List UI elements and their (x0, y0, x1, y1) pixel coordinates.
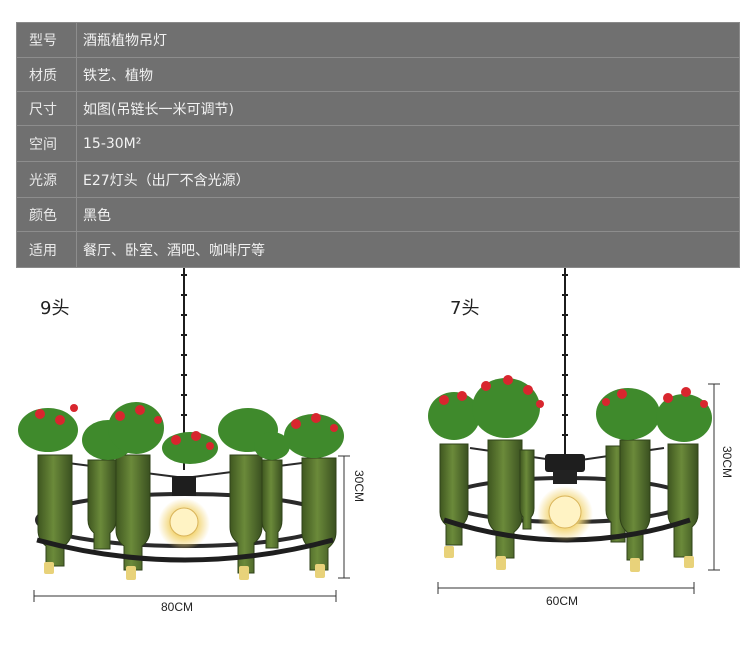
bottle-glow (44, 562, 325, 580)
width-dimension-label: 80CM (161, 600, 194, 614)
width-dimension-label: 60CM (546, 594, 579, 608)
bottle-glow (444, 546, 694, 572)
light-bulb (158, 476, 210, 550)
height-dimension-label: 30CM (720, 446, 734, 479)
product-illustration (18, 268, 720, 602)
height-dimension-label: 30CM (352, 470, 366, 503)
variant-label-9-head: 9头 (40, 298, 70, 319)
light-bulb (537, 454, 593, 542)
plant-foliage (428, 375, 712, 442)
hanging-chain (562, 268, 568, 455)
variant-label-7-head: 7头 (450, 298, 480, 319)
